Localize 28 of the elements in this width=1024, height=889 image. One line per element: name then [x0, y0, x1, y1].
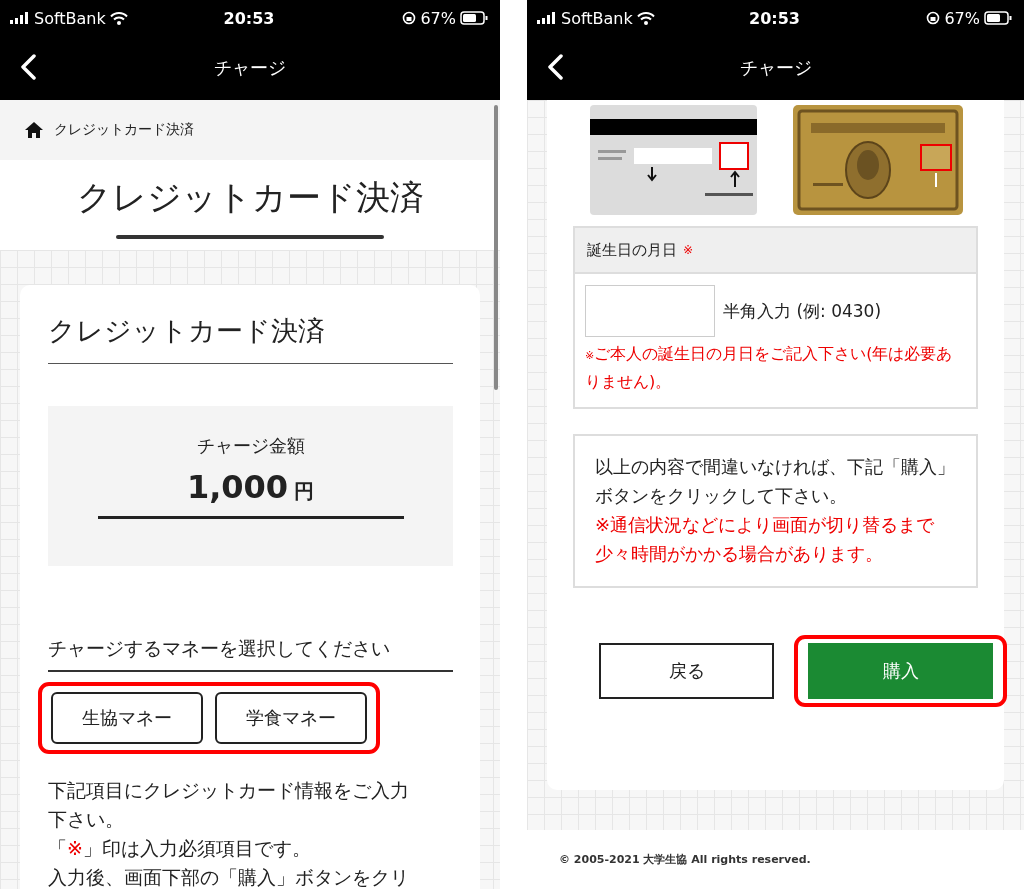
nav-title: チャージ [739, 56, 812, 80]
amount-label: チャージ金額 [196, 434, 305, 458]
section-title: クレジットカード決済 [48, 313, 453, 364]
nav-title: チャージ [214, 56, 286, 80]
purchase-button[interactable]: 購入 [808, 643, 993, 699]
money-option-button[interactable]: 学食マネー [215, 692, 367, 744]
instruction-text: 入力後、画面下部の「購入」ボタンをクリ [48, 865, 410, 889]
amount-value: 1,000 [186, 468, 289, 506]
required-note: 「※」印は入力必須項目です。 [48, 836, 312, 861]
required-mark: ※ [683, 243, 694, 257]
amount-unit: 円 [294, 478, 315, 505]
input-hint: 半角入力 (例: 0430) [723, 299, 882, 323]
back-button[interactable]: 戻る [599, 643, 774, 699]
money-prompt: チャージするマネーを選択してください [48, 636, 453, 672]
page-title: クレジットカード決済 [76, 176, 424, 219]
status-time: 20:53 [749, 8, 800, 28]
battery-percent: 67% [420, 8, 456, 28]
battery-percent: 67% [944, 8, 980, 28]
status-time: 20:53 [223, 8, 275, 28]
intro-text: 下記項目にクレジットカード情報をご入力下さい。 [48, 778, 410, 832]
breadcrumb-item[interactable]: クレジットカード決済 [54, 121, 194, 139]
warning-text: ※通信状況などにより画面が切り替るまで少々時間がかかる場合があります。 [595, 513, 936, 566]
confirmation-text: 以上の内容で間違いなければ、下記「購入」ボタンをクリックして下さい。 [595, 455, 956, 508]
carrier-name: SoftBank [561, 8, 633, 28]
field-label: 誕生日の月日 [587, 240, 677, 260]
carrier-name: SoftBank [34, 8, 106, 28]
money-option-button[interactable]: 生協マネー [51, 692, 203, 744]
birthday-note: ※ご本人の誕生日の月日をご記入下さい(年は必要ありません)。 [585, 343, 954, 393]
